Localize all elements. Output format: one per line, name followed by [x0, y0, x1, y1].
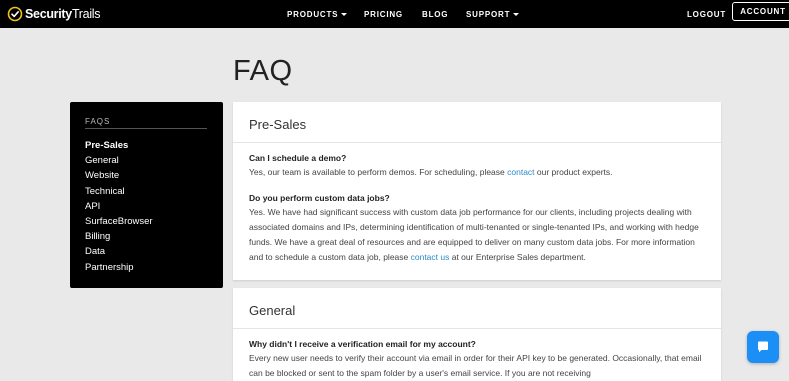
contact-us-link[interactable]: contact us [411, 252, 450, 262]
sidebar-item-website[interactable]: Website [85, 168, 153, 183]
sidebar-item-api[interactable]: API [85, 199, 153, 214]
account-button[interactable]: ACCOUNT [732, 2, 789, 21]
nav-pricing[interactable]: PRICING [364, 0, 403, 28]
contact-link[interactable]: contact [507, 167, 534, 177]
section-title: General [249, 303, 296, 318]
chat-widget-button[interactable] [747, 331, 779, 363]
logo-text: SecurityTrails [25, 7, 101, 21]
section-title: Pre-Sales [249, 117, 307, 132]
sidebar-item-billing[interactable]: Billing [85, 229, 153, 244]
faq-answer: Yes, our team is available to perform de… [249, 167, 613, 177]
faq-sidebar: FAQS Pre-Sales General Website Technical… [70, 102, 223, 288]
section-divider [233, 328, 721, 329]
faq-answer: Every new user needs to verify their acc… [249, 353, 702, 378]
top-navbar: SecurityTrails PRODUCTS PRICING BLOG SUP… [0, 0, 789, 28]
nav-products[interactable]: PRODUCTS [287, 0, 348, 28]
sidebar-heading: FAQS [85, 117, 111, 126]
chat-bubble-icon [758, 341, 768, 353]
page-title: FAQ [233, 55, 293, 87]
securitytrails-logo[interactable]: SecurityTrails [7, 4, 101, 24]
nav-logout[interactable]: LOGOUT [687, 0, 726, 28]
sidebar-item-pre-sales[interactable]: Pre-Sales [85, 138, 153, 153]
section-divider [233, 142, 721, 143]
sidebar-item-technical[interactable]: Technical [85, 184, 153, 199]
sidebar-divider [85, 128, 207, 129]
sidebar-item-general[interactable]: General [85, 153, 153, 168]
faq-question: Why didn't I receive a verification emai… [249, 339, 476, 349]
faq-answer: Yes. We have had significant success wit… [249, 207, 699, 262]
faq-question: Do you perform custom data jobs? [249, 193, 390, 203]
check-circle-icon [7, 6, 23, 22]
caret-down-icon [341, 12, 348, 16]
sidebar-list: Pre-Sales General Website Technical API … [85, 138, 153, 275]
faq-question: Can I schedule a demo? [249, 153, 347, 163]
caret-down-icon [513, 12, 520, 16]
sidebar-item-partnership[interactable]: Partnership [85, 260, 153, 275]
sidebar-item-data[interactable]: Data [85, 244, 153, 259]
nav-blog[interactable]: BLOG [422, 0, 448, 28]
faq-section-general: General Why didn't I receive a verificat… [233, 288, 721, 381]
sidebar-item-surfacebrowser[interactable]: SurfaceBrowser [85, 214, 153, 229]
nav-support[interactable]: SUPPORT [466, 0, 520, 28]
faq-section-pre-sales: Pre-Sales Can I schedule a demo? Yes, ou… [233, 102, 721, 280]
